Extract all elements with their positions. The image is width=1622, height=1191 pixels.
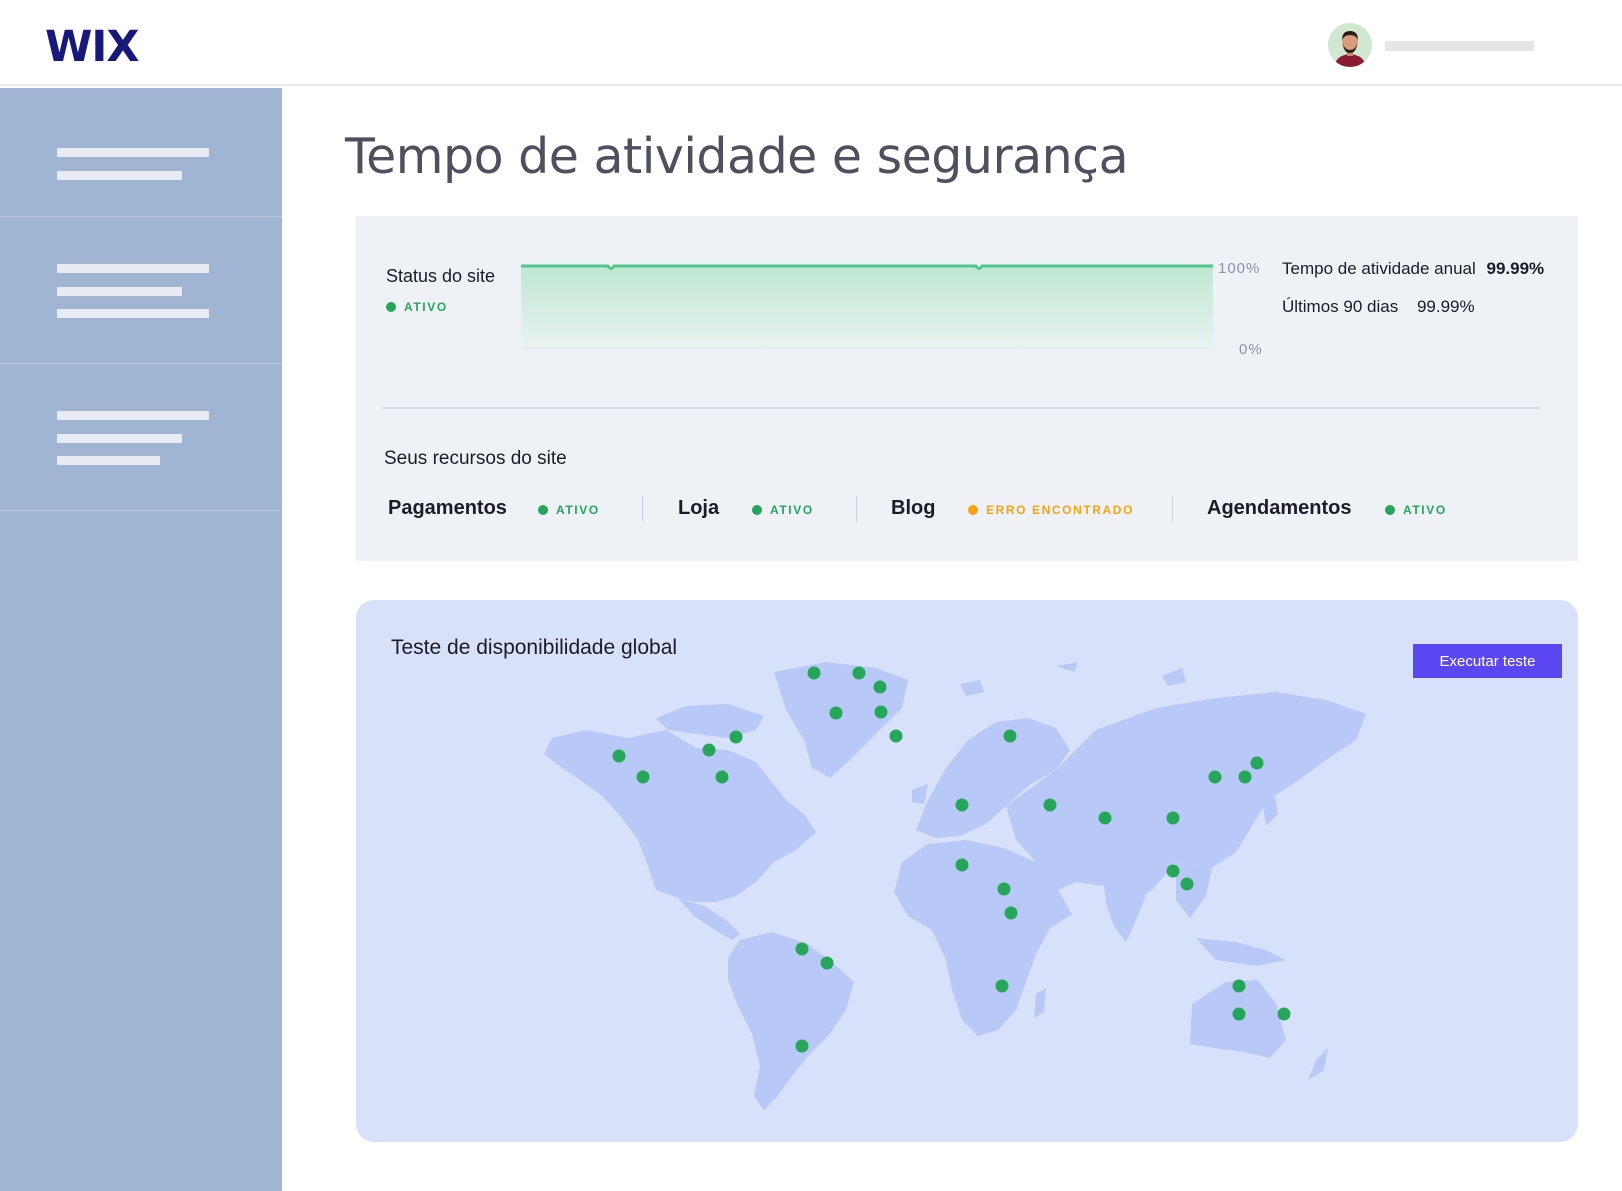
- annual-uptime: Tempo de atividade anual 99.99%: [1282, 259, 1544, 279]
- server-location-icon: [1250, 756, 1264, 770]
- server-location-icon: [955, 798, 969, 812]
- resource-name-blog[interactable]: Blog: [891, 497, 935, 520]
- run-test-button[interactable]: Executar teste: [1413, 644, 1562, 678]
- chart-tick-max: 100%: [1218, 260, 1261, 277]
- annual-uptime-label: Tempo de atividade anual: [1282, 259, 1476, 278]
- site-status-label: Status do site: [386, 266, 496, 286]
- server-location-icon: [995, 979, 1009, 993]
- last-90-days-uptime: Últimos 90 dias 99.99%: [1282, 297, 1475, 317]
- resource-status-blog: ERRO ENCONTRADO: [968, 503, 1134, 517]
- server-location-icon: [874, 705, 888, 719]
- server-location-icon: [829, 706, 843, 720]
- resource-separator: [856, 496, 857, 522]
- status-dot-icon: [968, 505, 978, 515]
- top-bar: WIX: [0, 0, 1622, 86]
- server-location-icon: [1003, 729, 1017, 743]
- server-location-icon: [807, 666, 821, 680]
- sidebar-line: [57, 456, 160, 465]
- resource-status-loja: ATIVO: [752, 503, 814, 517]
- uptime-chart: [521, 264, 1213, 349]
- server-location-icon: [1277, 1007, 1291, 1021]
- resource-separator: [642, 496, 643, 522]
- status-dot-icon: [538, 505, 548, 515]
- sidebar-item-3[interactable]: [0, 364, 282, 511]
- sidebar: [0, 88, 282, 1191]
- user-avatar[interactable]: [1328, 23, 1372, 67]
- global-test-title: Teste de disponibilidade global: [391, 636, 678, 659]
- uptime-area: [521, 266, 1213, 349]
- server-location-icon: [795, 942, 809, 956]
- last-90-days-label: Últimos 90 dias: [1282, 297, 1399, 316]
- resource-status-agendamentos: ATIVO: [1385, 503, 1447, 517]
- sidebar-line: [57, 309, 209, 318]
- server-location-icon: [1232, 1007, 1246, 1021]
- last-90-days-value: 99.99%: [1416, 297, 1475, 316]
- server-location-icon: [1043, 798, 1057, 812]
- sidebar-line: [57, 171, 182, 180]
- server-location-icon: [1180, 877, 1194, 891]
- server-location-icon: [1208, 770, 1222, 784]
- map-landmass: [544, 662, 1366, 1110]
- server-location-icon: [997, 882, 1011, 896]
- server-location-icon: [729, 730, 743, 744]
- site-status-badge: ATIVO: [386, 300, 448, 314]
- resource-status-text: ATIVO: [770, 503, 814, 517]
- world-map: [544, 662, 1366, 1110]
- sidebar-line: [57, 434, 182, 443]
- status-dot-icon: [1385, 505, 1395, 515]
- sidebar-line: [57, 287, 182, 296]
- status-dot-icon: [752, 505, 762, 515]
- sidebar-line: [57, 264, 209, 273]
- annual-uptime-value: 99.99%: [1486, 259, 1545, 278]
- resource-status-text: ATIVO: [556, 503, 600, 517]
- server-location-icon: [955, 858, 969, 872]
- resource-name-loja[interactable]: Loja: [678, 497, 719, 520]
- site-status-card: Status do site ATIVO 100% 0% Tempo de at…: [356, 216, 1578, 561]
- resource-status-text: ERRO ENCONTRADO: [986, 503, 1135, 517]
- user-name-placeholder: [1385, 41, 1534, 51]
- resource-name-agendamentos[interactable]: Agendamentos: [1207, 497, 1351, 520]
- sidebar-item-2[interactable]: [0, 217, 282, 364]
- site-resources-label: Seus recursos do site: [384, 448, 567, 469]
- server-location-icon: [1004, 906, 1018, 920]
- server-location-icon: [852, 666, 866, 680]
- server-location-icon: [889, 729, 903, 743]
- chart-tick-min: 0%: [1239, 341, 1263, 358]
- server-location-icon: [636, 770, 650, 784]
- server-location-icon: [1238, 770, 1252, 784]
- sidebar-item-1[interactable]: [0, 88, 282, 217]
- resource-separator: [1172, 496, 1173, 522]
- global-availability-card: Teste de disponibilidade global Executar…: [356, 600, 1578, 1142]
- section-divider: [382, 407, 1540, 409]
- server-location-icon: [1166, 864, 1180, 878]
- server-location-icon: [873, 680, 887, 694]
- wix-logo[interactable]: WIX: [45, 22, 140, 72]
- server-location-icon: [1166, 811, 1180, 825]
- page-title: Tempo de atividade e segurança: [345, 128, 1129, 185]
- server-location-icon: [820, 956, 834, 970]
- server-location-icon: [795, 1039, 809, 1053]
- server-location-icon: [715, 770, 729, 784]
- sidebar-line: [57, 411, 209, 420]
- resource-status-text: ATIVO: [1403, 503, 1447, 517]
- server-location-icon: [1098, 811, 1112, 825]
- resource-name-pagamentos[interactable]: Pagamentos: [388, 497, 507, 520]
- avatar-icon: [1328, 23, 1372, 67]
- server-location-icon: [702, 743, 716, 757]
- status-dot-icon: [386, 302, 396, 312]
- server-location-icon: [612, 749, 626, 763]
- server-location-icon: [1232, 979, 1246, 993]
- sidebar-line: [57, 148, 209, 157]
- resource-status-pagamentos: ATIVO: [538, 503, 600, 517]
- site-status-text: ATIVO: [404, 300, 448, 314]
